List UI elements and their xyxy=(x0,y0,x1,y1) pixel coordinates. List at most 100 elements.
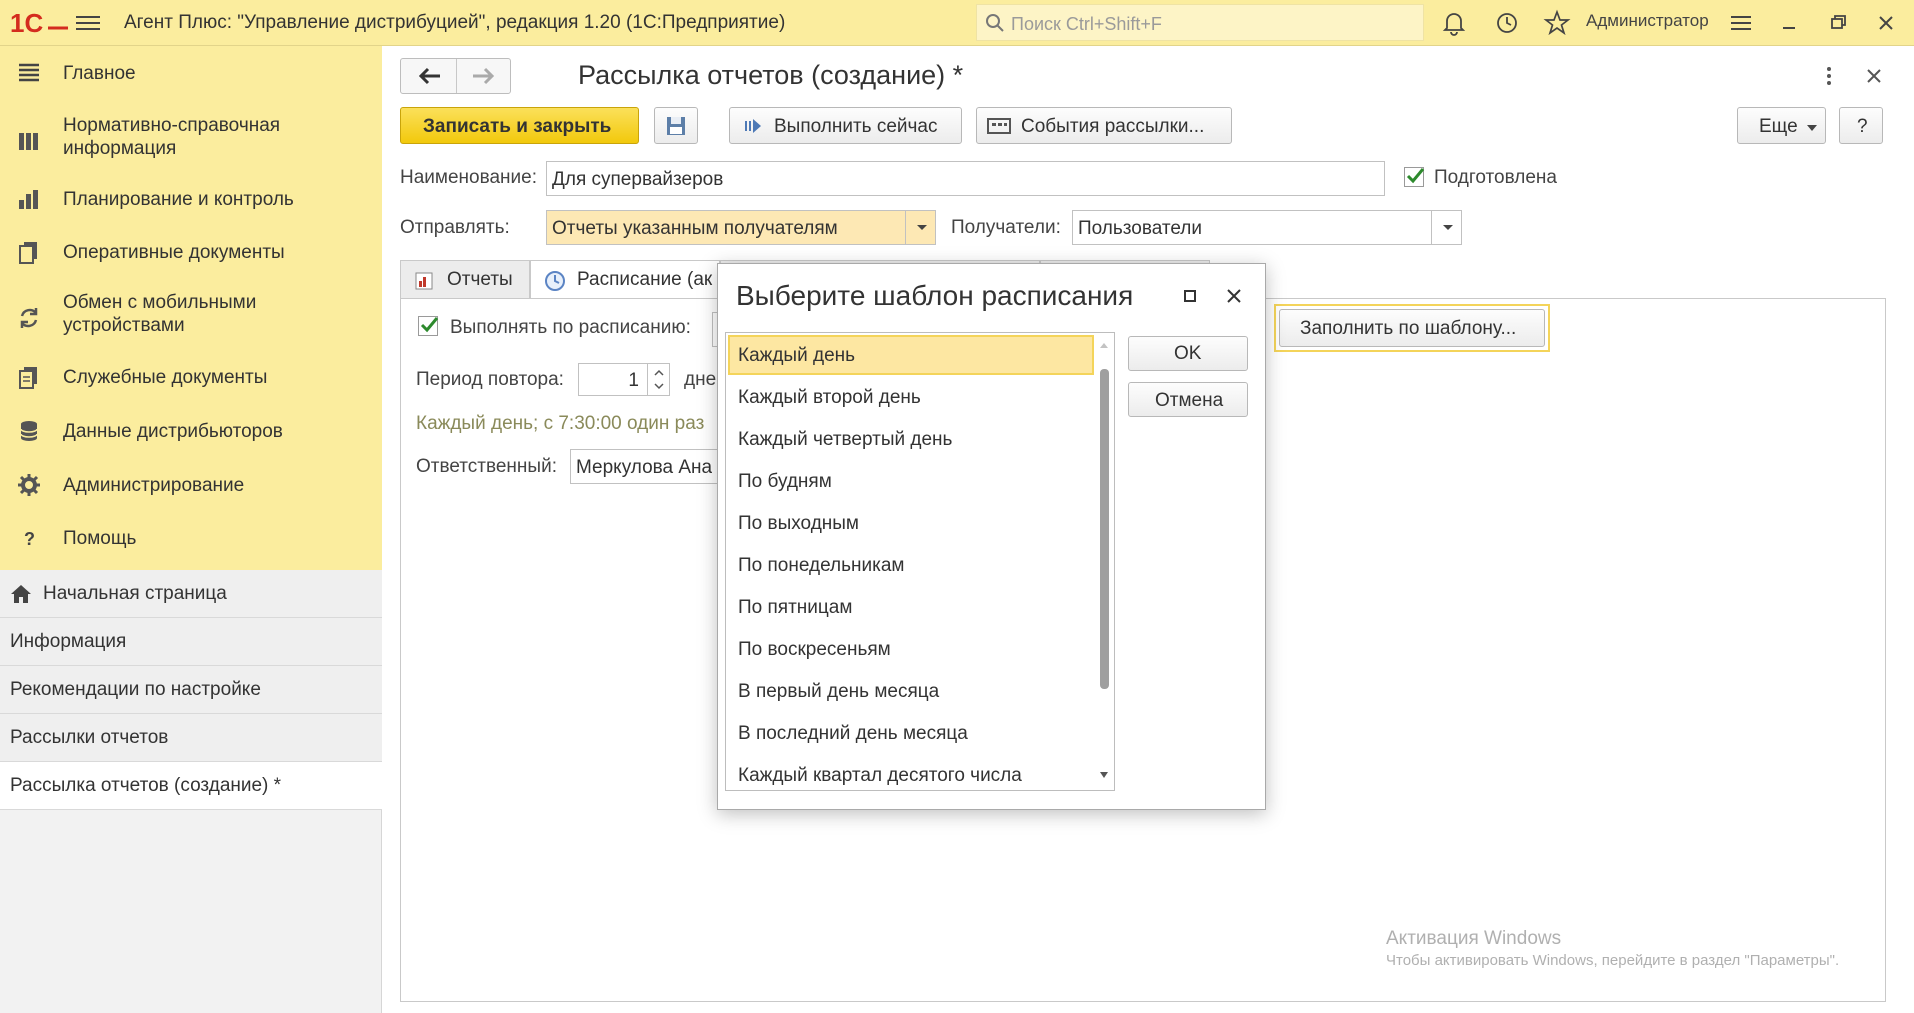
run-now-button[interactable]: Выполнить сейчас xyxy=(729,107,962,144)
fill-by-template-button[interactable]: Заполнить по шаблону... xyxy=(1279,309,1545,347)
list-item[interactable]: В первый день месяца xyxy=(728,671,1094,711)
search-placeholder: Поиск Ctrl+Shift+F xyxy=(1011,14,1162,34)
sidebar-item-operational-docs[interactable]: Оперативные документы xyxy=(0,237,382,277)
open-window-report-mailings[interactable]: Рассылки отчетов xyxy=(0,714,382,762)
list-item[interactable]: Каждый четвертый день xyxy=(728,419,1094,459)
sidebar-item-catalogs[interactable]: Нормативно-справочная информация xyxy=(0,114,382,166)
windows-activation-text: Чтобы активировать Windows, перейдите в … xyxy=(1386,952,1840,969)
1c-logo-icon[interactable]: 1С xyxy=(10,8,70,38)
database-icon xyxy=(20,421,38,441)
dialog-close-icon[interactable] xyxy=(1222,284,1246,308)
sidebar-item-mobile-exchange[interactable]: Обмен с мобильными устройствами xyxy=(0,291,382,343)
name-field[interactable]: Для супервайзеров xyxy=(546,161,1385,196)
open-window-label: Рассылка отчетов (создание) * xyxy=(10,775,282,796)
open-window-label: Рассылки отчетов xyxy=(10,727,169,748)
sidebar-item-label: Обмен с мобильными устройствами xyxy=(63,292,257,336)
top-bar: 1С Агент Плюс: "Управление дистрибуцией"… xyxy=(0,0,1914,46)
responsible-field[interactable]: Меркулова Ана xyxy=(570,449,720,484)
list-item[interactable]: В последний день месяца xyxy=(728,713,1094,753)
documents-icon xyxy=(19,242,37,264)
run-icon xyxy=(745,119,761,133)
tab-reports[interactable]: Отчеты xyxy=(400,260,530,298)
list-scrollbar[interactable] xyxy=(1096,335,1112,788)
scroll-up-icon[interactable] xyxy=(1100,343,1108,348)
save-and-close-button[interactable]: Записать и закрыть xyxy=(400,107,639,144)
main-menu-icon[interactable] xyxy=(76,12,100,34)
svg-text:?: ? xyxy=(24,529,35,549)
recipients-label: Получатели: xyxy=(951,217,1061,238)
dropdown-arrow-icon[interactable] xyxy=(905,211,935,244)
repeat-unit-label: дне xyxy=(684,369,717,390)
list-item[interactable]: По пятницам xyxy=(728,587,1094,627)
star-icon[interactable] xyxy=(1543,9,1571,37)
minimize-icon[interactable] xyxy=(1775,10,1803,36)
list-item[interactable]: Каждый квартал десятого числа xyxy=(728,755,1094,790)
more-button[interactable]: Еще xyxy=(1737,107,1826,144)
prepared-checkbox[interactable] xyxy=(1404,167,1425,187)
sidebar-item-label: Планирование и контроль xyxy=(63,189,294,210)
home-icon xyxy=(11,585,31,603)
chart-icon xyxy=(19,190,38,209)
sidebar-item-planning[interactable]: Планирование и контроль xyxy=(0,184,382,224)
list-item[interactable]: По выходным xyxy=(728,503,1094,543)
list-item[interactable]: По будням xyxy=(728,461,1094,501)
sidebar-item-distributor-data[interactable]: Данные дистрибьюторов xyxy=(0,416,382,456)
tab-schedule[interactable]: Расписание (ак xyxy=(530,260,720,300)
close-icon[interactable] xyxy=(1872,10,1900,36)
sidebar-item-label: Администрирование xyxy=(63,475,245,496)
mailing-events-button[interactable]: События рассылки... xyxy=(976,107,1232,144)
help-button[interactable]: ? xyxy=(1839,107,1883,144)
sidebar-item-label: Помощь xyxy=(63,528,137,549)
run-by-schedule-checkbox[interactable] xyxy=(418,316,439,336)
app-title: Агент Плюс: "Управление дистрибуцией", р… xyxy=(124,12,786,33)
send-label: Отправлять: xyxy=(400,217,510,238)
schedule-summary[interactable]: Каждый день; с 7:30:00 один раз xyxy=(416,413,704,435)
list-item[interactable]: По понедельникам xyxy=(728,545,1094,585)
repeat-period-stepper[interactable]: 1 xyxy=(578,363,670,396)
sidebar-item-service-docs[interactable]: Служебные документы xyxy=(0,362,382,402)
responsible-label: Ответственный: xyxy=(416,456,557,477)
clock-icon xyxy=(545,271,565,291)
restore-icon[interactable] xyxy=(1824,10,1852,36)
search-input[interactable]: Поиск Ctrl+Shift+F xyxy=(976,4,1424,41)
maximize-icon[interactable] xyxy=(1178,284,1202,308)
gear-icon xyxy=(18,474,40,496)
open-window-label: Информация xyxy=(10,631,127,652)
recipients-select[interactable]: Пользователи xyxy=(1072,210,1462,245)
settings-menu-icon[interactable] xyxy=(1727,10,1755,36)
history-icon[interactable] xyxy=(1493,9,1521,37)
open-window-recommendations[interactable]: Рекомендации по настройке xyxy=(0,666,382,714)
scroll-thumb[interactable] xyxy=(1100,369,1109,689)
checkmark-icon xyxy=(420,317,439,333)
menu-list-icon xyxy=(19,63,39,82)
sidebar-item-administration[interactable]: Администрирование xyxy=(0,470,382,510)
back-arrow-icon[interactable] xyxy=(416,66,442,86)
more-actions-icon[interactable] xyxy=(1817,64,1841,88)
dropdown-arrow-icon[interactable] xyxy=(1431,211,1461,244)
prepared-label: Подготовлена xyxy=(1434,167,1557,188)
ok-button[interactable]: OK xyxy=(1128,336,1248,371)
sidebar-item-main[interactable]: Главное xyxy=(0,58,382,98)
template-list[interactable]: Каждый день Каждый второй день Каждый че… xyxy=(725,332,1115,791)
stepper-arrows-icon[interactable] xyxy=(647,364,669,395)
scroll-down-icon[interactable] xyxy=(1100,772,1108,778)
sidebar-item-help[interactable]: ? Помощь xyxy=(0,523,382,563)
open-window-report-mailing-create[interactable]: Рассылка отчетов (создание) * xyxy=(0,762,382,810)
open-window-home[interactable]: Начальная страница xyxy=(0,570,382,618)
list-item[interactable]: Каждый день xyxy=(728,335,1094,375)
search-icon xyxy=(986,14,1004,32)
bell-icon[interactable] xyxy=(1440,9,1468,37)
list-item[interactable]: По воскресеньям xyxy=(728,629,1094,669)
open-window-info[interactable]: Информация xyxy=(0,618,382,666)
cancel-button[interactable]: Отмена xyxy=(1128,382,1248,417)
form-title: Рассылка отчетов (создание) * xyxy=(578,60,964,90)
save-button[interactable] xyxy=(654,107,698,144)
send-mode-select[interactable]: Отчеты указанным получателям xyxy=(546,210,936,245)
user-name[interactable]: Администратор xyxy=(1586,11,1709,31)
form-close-icon[interactable] xyxy=(1862,64,1886,88)
repeat-period-label: Период повтора: xyxy=(416,369,564,390)
catalog-icon xyxy=(19,133,38,150)
sidebar-item-label: Данные дистрибьюторов xyxy=(63,421,283,442)
forward-arrow-icon[interactable] xyxy=(471,66,497,86)
list-item[interactable]: Каждый второй день xyxy=(728,377,1094,417)
